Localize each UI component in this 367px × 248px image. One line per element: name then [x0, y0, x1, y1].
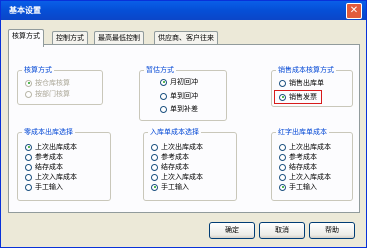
option-label: 手工输入 [289, 183, 317, 191]
option-reference-cost[interactable]: 参考成本 [151, 152, 189, 162]
option-last-inbound-cost[interactable]: 上次入库成本 [151, 172, 203, 182]
option-last-inbound-cost[interactable]: 上次入库成本 [25, 172, 77, 182]
radio-button[interactable] [160, 105, 167, 113]
tab-label: 核算方式 [12, 32, 40, 40]
option-last-outbound-cost[interactable]: 上次出库成本 [151, 142, 203, 152]
option-label: 手工输入 [35, 183, 63, 191]
tab-accounting-method[interactable]: 核算方式 [8, 29, 44, 47]
radio-button[interactable] [160, 92, 167, 100]
option-label: 上次出库成本 [35, 143, 77, 151]
cancel-button[interactable]: 取消 [259, 222, 305, 239]
option-label: 按部门核算 [35, 90, 70, 98]
dialog-window: 基本设置 ✕ 核算方式 控制方式 最高最低控制 供应商、客户往来 核算方式 按仓… [0, 0, 367, 248]
close-button[interactable]: ✕ [346, 3, 362, 19]
radio-button [25, 90, 32, 98]
group-title: 暂估方式 [146, 66, 174, 74]
option-sales-outbound-doc[interactable]: 销售出库单 [279, 78, 324, 88]
ok-button[interactable]: 确定 [209, 222, 255, 239]
radio-button[interactable] [151, 163, 158, 171]
option-last-outbound-cost[interactable]: 上次出库成本 [25, 142, 77, 152]
option-label: 月初回冲 [170, 78, 198, 86]
tab-label: 最高最低控制 [98, 34, 140, 42]
option-last-inbound-cost[interactable]: 上次入库成本 [279, 172, 331, 182]
radio-button[interactable] [25, 143, 32, 151]
tab-label: 供应商、客户往来 [158, 34, 214, 42]
option-balance-cost[interactable]: 结存成本 [279, 162, 317, 172]
option-label: 参考成本 [161, 153, 189, 161]
option-reference-cost[interactable]: 参考成本 [25, 152, 63, 162]
option-balance-cost[interactable]: 结存成本 [151, 162, 189, 172]
radio-button[interactable] [279, 183, 286, 191]
option-label: 上次出库成本 [161, 143, 203, 151]
radio-button[interactable] [160, 78, 167, 86]
option-balance-cost[interactable]: 结存成本 [25, 162, 63, 172]
radio-button[interactable] [151, 143, 158, 151]
tab-panel: 核算方式 按仓库核算 按部门核算 暂估方式 月初回冲 单到回冲 单到补差 销售成… [8, 44, 360, 213]
radio-button[interactable] [151, 183, 158, 191]
option-manual-input[interactable]: 手工输入 [151, 182, 189, 192]
option-by-warehouse: 按仓库核算 [25, 78, 70, 88]
radio-button[interactable] [279, 163, 286, 171]
option-label: 销售出库单 [289, 79, 324, 87]
radio-button[interactable] [279, 143, 286, 151]
option-label: 按仓库核算 [35, 79, 70, 87]
option-label: 结存成本 [161, 163, 189, 171]
option-manual-input[interactable]: 手工输入 [279, 182, 317, 192]
option-sales-invoice[interactable]: 销售发票 [279, 92, 317, 102]
option-manual-input[interactable]: 手工输入 [25, 182, 63, 192]
option-label: 结存成本 [289, 163, 317, 171]
radio-button[interactable] [25, 153, 32, 161]
option-label: 销售发票 [289, 93, 317, 101]
radio-button[interactable] [151, 173, 158, 181]
option-label: 参考成本 [289, 153, 317, 161]
radio-button[interactable] [151, 153, 158, 161]
option-label: 单到补差 [170, 105, 198, 113]
radio-button[interactable] [25, 173, 32, 181]
group-title: 红字出库单成本 [278, 128, 327, 136]
option-by-department: 按部门核算 [25, 89, 70, 99]
option-label: 手工输入 [161, 183, 189, 191]
option-label: 上次入库成本 [35, 173, 77, 181]
radio-button [25, 79, 32, 87]
option-doc-arrival-adjust[interactable]: 单到补差 [160, 104, 198, 114]
option-reference-cost[interactable]: 参考成本 [279, 152, 317, 162]
option-label: 结存成本 [35, 163, 63, 171]
radio-button[interactable] [279, 93, 286, 101]
option-doc-arrival-reversal[interactable]: 单到回冲 [160, 91, 198, 101]
option-label: 上次出库成本 [289, 143, 331, 151]
radio-button[interactable] [25, 163, 32, 171]
tab-label: 控制方式 [56, 34, 84, 42]
group-title: 销售成本核算方式 [278, 66, 334, 74]
radio-button[interactable] [279, 153, 286, 161]
radio-button[interactable] [279, 79, 286, 87]
close-icon: ✕ [349, 5, 359, 16]
option-last-outbound-cost[interactable]: 上次出库成本 [279, 142, 331, 152]
group-title: 零成本出库选择 [24, 128, 73, 136]
radio-button[interactable] [25, 183, 32, 191]
group-title: 核算方式 [24, 66, 52, 74]
window-title: 基本设置 [9, 6, 41, 15]
option-label: 单到回冲 [170, 92, 198, 100]
option-label: 上次入库成本 [289, 173, 331, 181]
option-label: 参考成本 [35, 153, 63, 161]
group-title: 入库单成本选择 [150, 128, 199, 136]
title-bar[interactable]: 基本设置 ✕ [1, 1, 366, 20]
help-button[interactable]: 帮助 [309, 222, 355, 239]
option-month-start-reversal[interactable]: 月初回冲 [160, 77, 198, 87]
option-label: 上次入库成本 [161, 173, 203, 181]
radio-button[interactable] [279, 173, 286, 181]
